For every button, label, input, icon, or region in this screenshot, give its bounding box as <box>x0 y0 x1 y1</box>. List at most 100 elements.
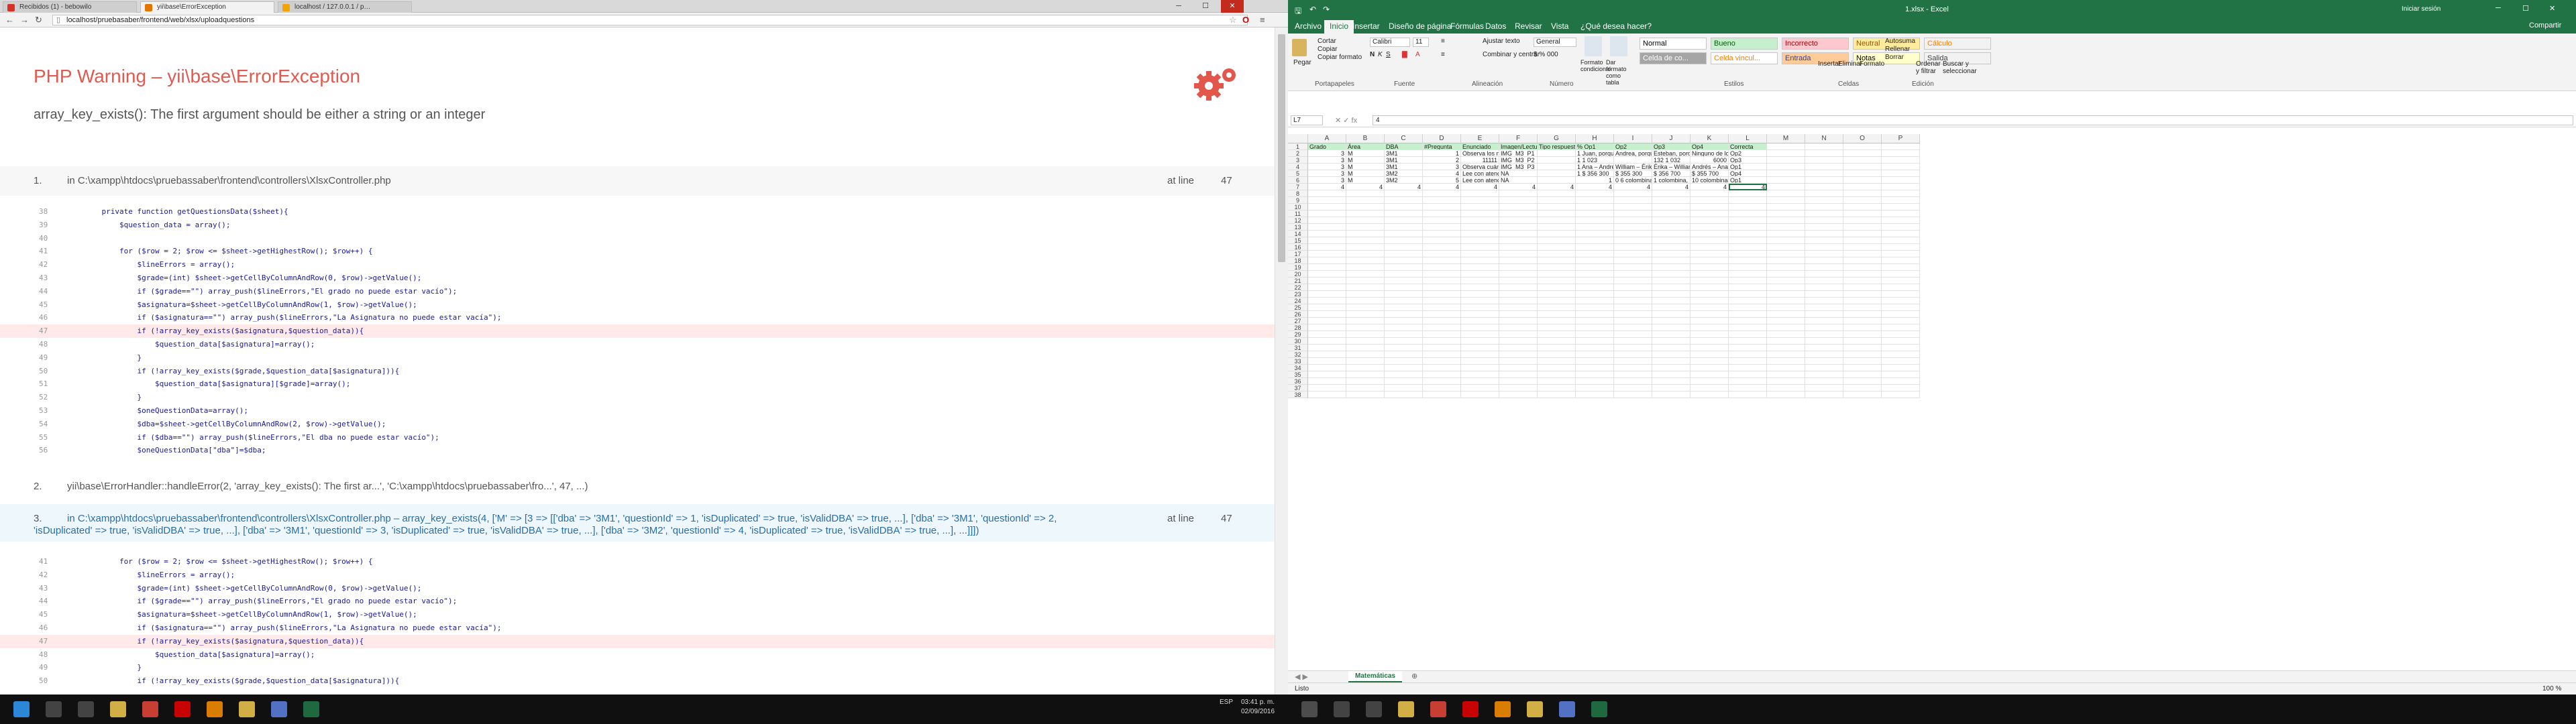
table-cell[interactable] <box>1767 177 1805 184</box>
table-cell[interactable] <box>1385 371 1423 378</box>
table-cell[interactable] <box>1346 190 1385 197</box>
table-cell[interactable] <box>1690 298 1729 304</box>
column-header[interactable]: I <box>1614 134 1652 143</box>
opera-icon[interactable] <box>1462 701 1479 717</box>
table-cell[interactable] <box>1729 371 1767 378</box>
table-cell[interactable] <box>1461 378 1499 385</box>
table-cell[interactable] <box>1614 284 1652 291</box>
table-cell[interactable] <box>1499 224 1538 231</box>
vlc-icon[interactable] <box>1495 701 1511 717</box>
column-header[interactable]: O <box>1843 134 1882 143</box>
table-cell[interactable] <box>1499 251 1538 257</box>
table-cell[interactable] <box>1843 257 1882 264</box>
table-cell[interactable] <box>1843 164 1882 170</box>
table-cell[interactable] <box>1499 210 1538 217</box>
table-cell[interactable] <box>1805 304 1843 311</box>
table-cell[interactable] <box>1423 257 1461 264</box>
table-cell[interactable] <box>1767 338 1805 345</box>
table-cell[interactable] <box>1843 331 1882 338</box>
table-cell[interactable] <box>1576 217 1614 224</box>
save-icon[interactable]: 🖫 <box>1295 5 1301 19</box>
table-cell[interactable] <box>1843 217 1882 224</box>
table-cell[interactable]: 1 <box>1576 177 1614 184</box>
column-header[interactable]: J <box>1652 134 1690 143</box>
column-header[interactable]: C <box>1385 134 1423 143</box>
font-color-icon[interactable]: A <box>1415 51 1420 58</box>
table-cell[interactable] <box>1423 204 1461 210</box>
sheet-nav-icon[interactable]: ◀ ▶ <box>1295 672 1308 681</box>
table-cell[interactable] <box>1308 217 1346 224</box>
ribbon-tab[interactable]: Archivo <box>1295 21 1322 31</box>
table-cell[interactable] <box>1461 210 1499 217</box>
table-cell[interactable] <box>1614 204 1652 210</box>
table-cell[interactable] <box>1729 351 1767 358</box>
table-cell[interactable] <box>1614 264 1652 271</box>
table-cell[interactable]: 0 6 colombinas, 4 ga <box>1614 177 1652 184</box>
format-table-icon[interactable] <box>1610 36 1627 56</box>
table-cell[interactable] <box>1843 365 1882 371</box>
browser-tab[interactable]: localhost / 127.0.0.1 / p… <box>278 1 412 13</box>
table-cell[interactable] <box>1843 170 1882 177</box>
table-cell[interactable] <box>1346 324 1385 331</box>
clock-time[interactable]: 03:41 p. m. <box>1241 699 1275 706</box>
table-cell[interactable] <box>1576 251 1614 257</box>
table-cell[interactable] <box>1767 224 1805 231</box>
clear-button[interactable]: Borrar <box>1885 54 1904 61</box>
table-cell[interactable] <box>1499 217 1538 224</box>
table-cell[interactable] <box>1499 257 1538 264</box>
table-cell[interactable] <box>1538 351 1576 358</box>
paste-button[interactable]: Pegar <box>1293 59 1311 66</box>
table-cell[interactable] <box>1308 231 1346 237</box>
table-cell[interactable] <box>1461 217 1499 224</box>
table-cell[interactable] <box>1767 304 1805 311</box>
ribbon-tab[interactable]: Fórmulas <box>1450 21 1484 31</box>
table-cell[interactable] <box>1576 237 1614 244</box>
table-cell[interactable] <box>1614 318 1652 324</box>
table-cell[interactable]: 3 <box>1308 157 1346 164</box>
table-cell[interactable] <box>1576 204 1614 210</box>
table-cell[interactable] <box>1767 251 1805 257</box>
table-cell[interactable] <box>1576 311 1614 318</box>
table-cell[interactable] <box>1805 251 1843 257</box>
table-cell[interactable] <box>1652 378 1690 385</box>
vertical-scrollbar[interactable] <box>1275 27 1288 695</box>
table-cell[interactable] <box>1767 365 1805 371</box>
ribbon-tab[interactable]: Diseño de página <box>1389 21 1451 31</box>
fx-icon[interactable]: ✕ ✓ fx <box>1335 116 1357 125</box>
table-cell[interactable] <box>1843 311 1882 318</box>
table-cell[interactable] <box>1499 204 1538 210</box>
table-cell[interactable] <box>1652 224 1690 231</box>
table-cell[interactable] <box>1767 197 1805 204</box>
table-cell[interactable] <box>1308 378 1346 385</box>
table-cell[interactable] <box>1729 231 1767 237</box>
sheet-tab[interactable]: Matemáticas <box>1348 671 1402 682</box>
table-cell[interactable]: 5 <box>1423 177 1461 184</box>
table-cell[interactable] <box>1767 345 1805 351</box>
table-cell[interactable] <box>1308 331 1346 338</box>
table-cell[interactable] <box>1385 244 1423 251</box>
format-table-button[interactable]: Dar formato como tabla <box>1606 59 1633 86</box>
table-cell[interactable] <box>1423 224 1461 231</box>
table-cell[interactable] <box>1461 345 1499 351</box>
maximize-button[interactable]: ☐ <box>1194 0 1217 13</box>
table-cell[interactable] <box>1614 311 1652 318</box>
ribbon-tab[interactable]: Insertar <box>1352 21 1380 31</box>
table-cell[interactable]: 4 <box>1538 184 1576 190</box>
table-cell[interactable] <box>1652 217 1690 224</box>
table-cell[interactable] <box>1538 251 1576 257</box>
table-cell[interactable] <box>1729 291 1767 298</box>
table-cell[interactable] <box>1423 365 1461 371</box>
table-cell[interactable] <box>1499 304 1538 311</box>
table-cell[interactable] <box>1652 304 1690 311</box>
table-cell[interactable] <box>1614 391 1652 398</box>
table-cell[interactable]: $ 355 700 <box>1690 170 1729 177</box>
close-button[interactable]: ✕ <box>2549 4 2555 13</box>
table-cell[interactable] <box>1538 157 1576 164</box>
table-cell[interactable] <box>1576 318 1614 324</box>
table-cell[interactable] <box>1423 345 1461 351</box>
table-cell[interactable] <box>1308 324 1346 331</box>
table-cell[interactable] <box>1308 298 1346 304</box>
row-header[interactable]: 5 <box>1288 170 1308 177</box>
delete-button[interactable]: Eliminar <box>1838 60 1862 68</box>
table-cell[interactable] <box>1423 291 1461 298</box>
